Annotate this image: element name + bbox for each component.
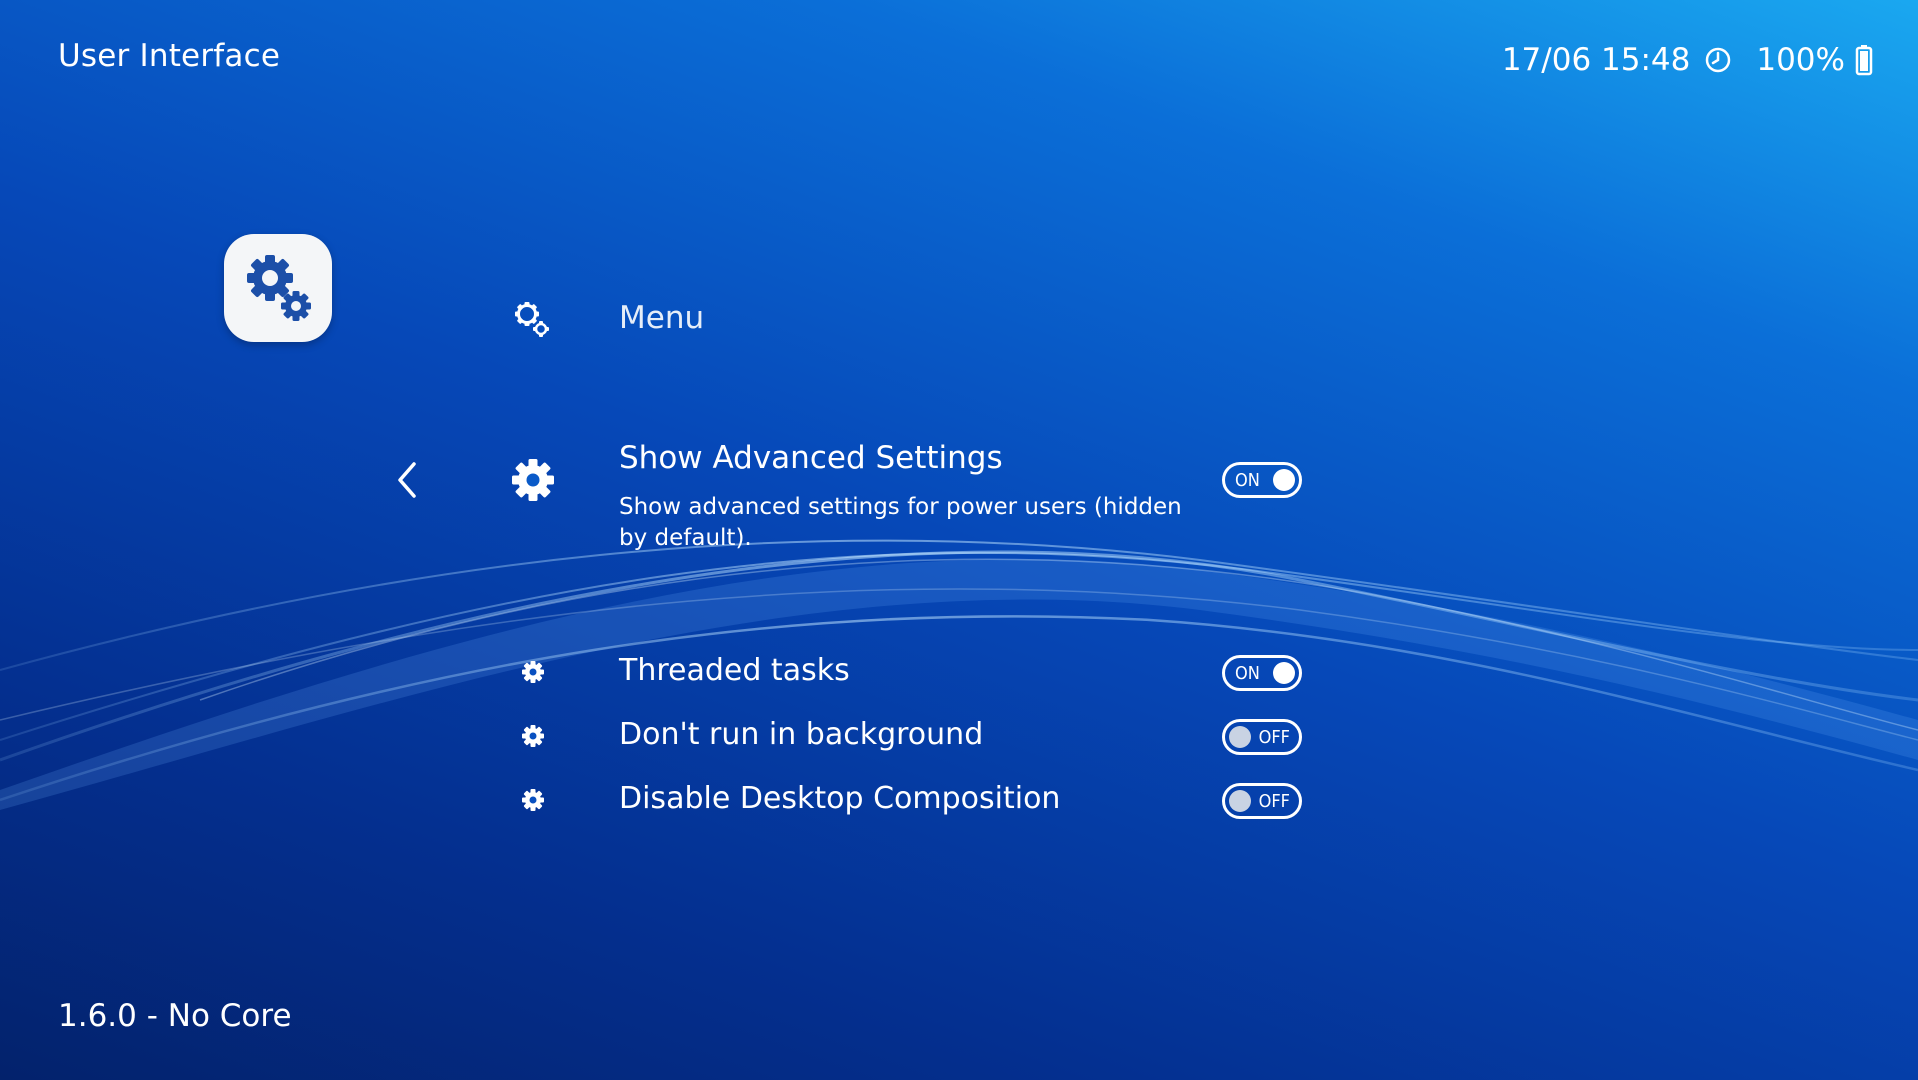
toggle-state-label: OFF xyxy=(1258,790,1290,812)
toggle-switch[interactable]: ON xyxy=(1222,655,1302,691)
toggle-knob xyxy=(1229,726,1251,748)
gear-small-icon xyxy=(520,723,546,749)
toggle-knob xyxy=(1273,469,1295,491)
menu-item-label: Disable Desktop Composition xyxy=(619,781,1061,816)
toggle-switch[interactable]: ON xyxy=(1222,462,1302,498)
page-title: User Interface xyxy=(58,38,281,74)
menu-item-dont-run-in-background[interactable]: Don't run in background OFF xyxy=(0,715,1918,755)
menu-item-disable-desktop-composition[interactable]: Disable Desktop Composition OFF xyxy=(0,779,1918,819)
menu-item-description: Show advanced settings for power users (… xyxy=(619,494,1182,551)
version-text: 1.6.0 - No Core xyxy=(58,998,292,1034)
toggle-state-label: ON xyxy=(1235,662,1260,684)
menu-item-show-advanced-settings[interactable]: Show Advanced Settings Show advanced set… xyxy=(0,434,1918,554)
menu-item-threaded-tasks[interactable]: Threaded tasks ON xyxy=(0,651,1918,691)
status-bar: 17/06 15:48 100% xyxy=(1502,38,1873,82)
menu-item-menu[interactable]: Menu xyxy=(0,296,1918,346)
toggle-knob xyxy=(1273,662,1295,684)
gears-icon xyxy=(510,298,554,342)
toggle-state-label: OFF xyxy=(1258,726,1290,748)
datetime-text: 17/06 15:48 xyxy=(1501,42,1691,78)
menu-item-label: Show Advanced Settings xyxy=(619,440,1003,476)
menu-item-label: Threaded tasks xyxy=(619,653,850,688)
toggle-state-label: ON xyxy=(1235,469,1260,491)
battery-percent: 100% xyxy=(1756,42,1845,78)
gear-icon xyxy=(510,457,556,503)
menu-item-label: Menu xyxy=(619,300,705,336)
toggle-switch[interactable]: OFF xyxy=(1222,719,1302,755)
menu-item-label: Don't run in background xyxy=(619,717,984,752)
gear-small-icon xyxy=(520,787,546,813)
clock-icon xyxy=(1704,46,1732,74)
toggle-switch[interactable]: OFF xyxy=(1222,783,1302,819)
toggle-knob xyxy=(1229,790,1251,812)
gear-small-icon xyxy=(520,659,546,685)
battery-icon xyxy=(1855,44,1873,76)
